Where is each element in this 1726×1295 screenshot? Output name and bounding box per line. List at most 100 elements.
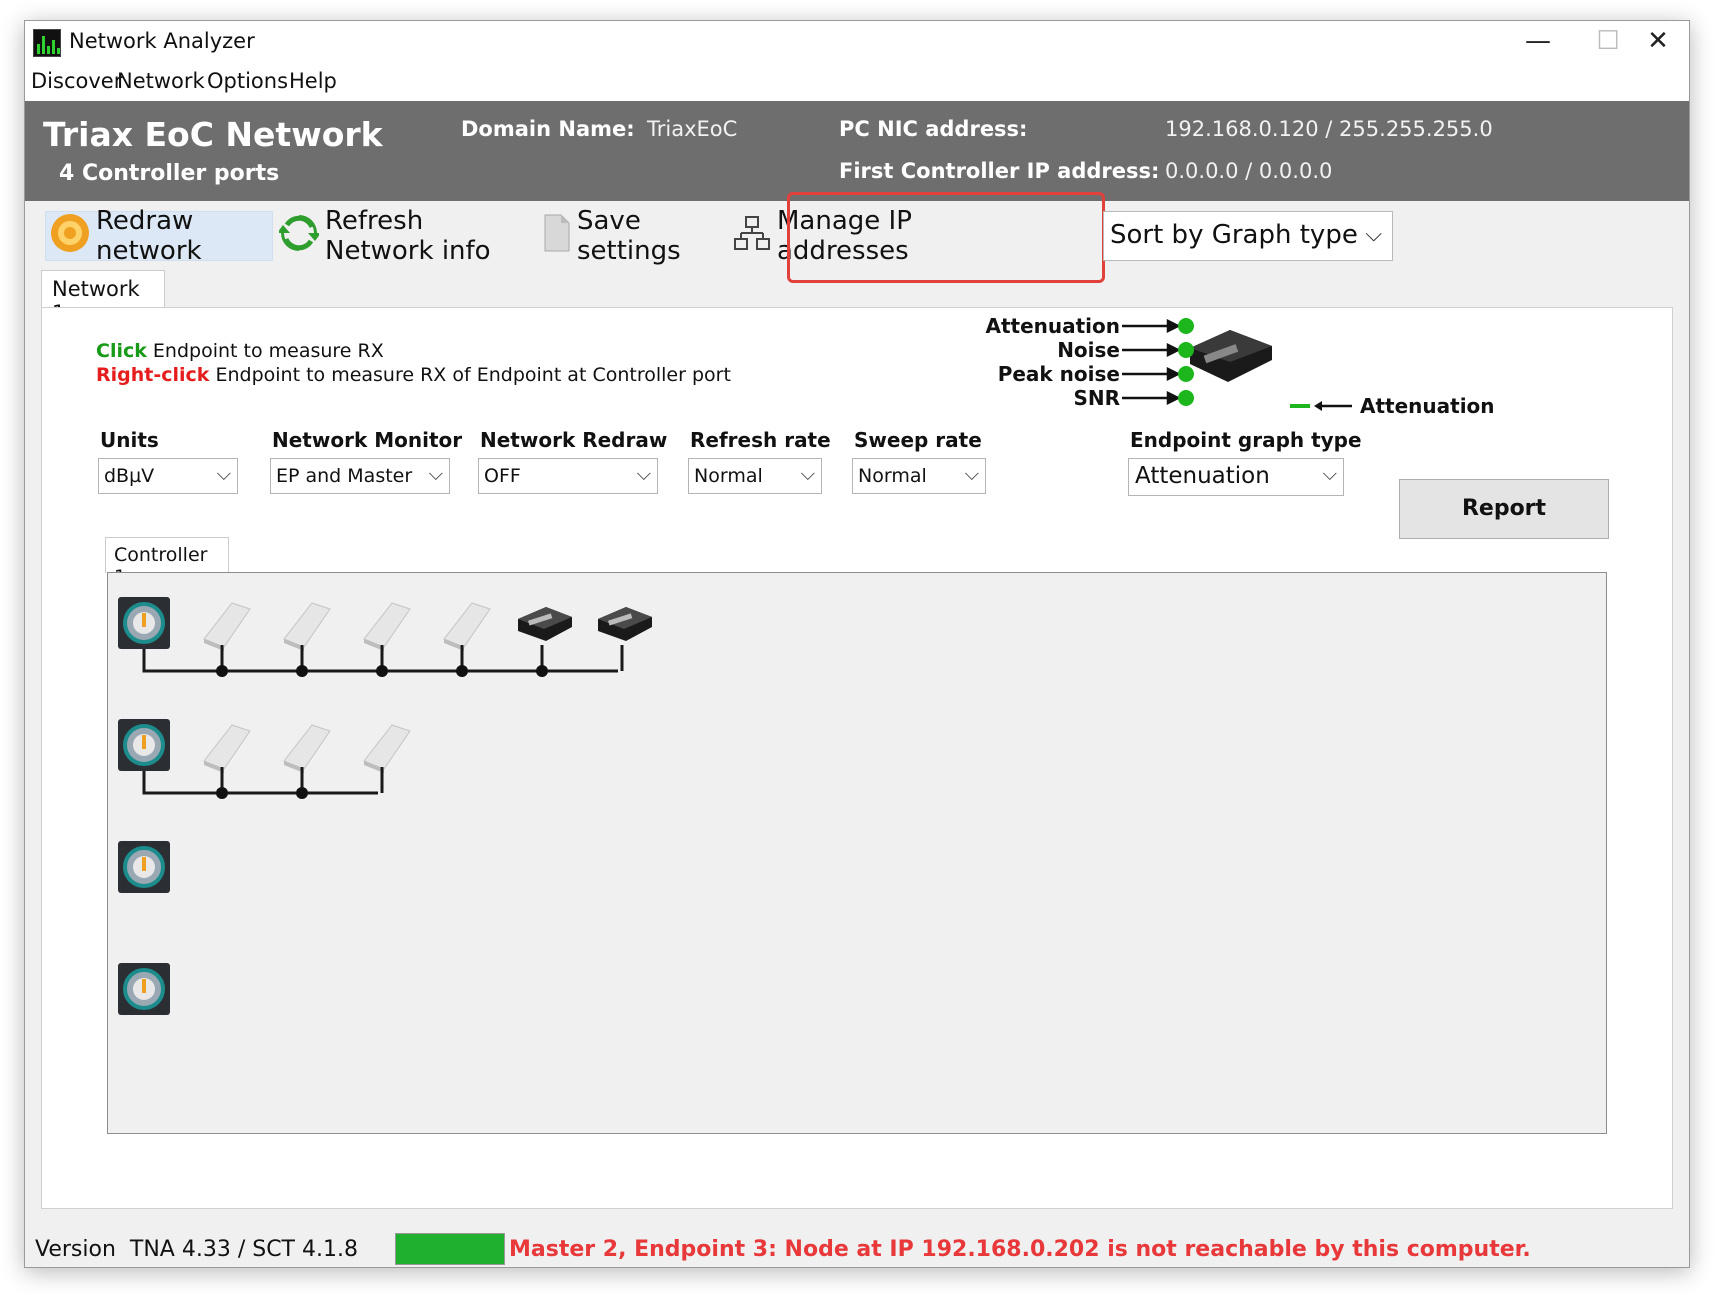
redraw-network-button[interactable]: Redraw network xyxy=(45,206,273,266)
junction-dot xyxy=(296,665,308,677)
junction-dot xyxy=(296,787,308,799)
redraw-network-label: Redraw network xyxy=(96,206,202,266)
controller-ports-count: 4 Controller ports xyxy=(59,161,280,186)
window-title: Network Analyzer xyxy=(69,29,255,53)
junction-dot xyxy=(536,665,548,677)
refresh-network-info-button[interactable]: Refresh Network info xyxy=(277,206,539,266)
status-bar: Version TNA 4.33 / SCT 4.1.8 Master 2, E… xyxy=(25,1231,1689,1269)
pc-nic-value: 192.168.0.120 / 255.255.255.0 xyxy=(1165,117,1493,141)
legend-line-label: Attenuation xyxy=(1360,394,1495,418)
menu-help[interactable]: Help xyxy=(289,69,337,93)
network-monitor-label: Network Monitor xyxy=(272,428,463,452)
manage-ip-highlight-box xyxy=(787,192,1105,283)
click-instruction: Click Endpoint to measure RX xyxy=(96,340,384,362)
network-monitor-value: EP and Master xyxy=(276,465,413,487)
sweep-rate-value: Normal xyxy=(858,465,927,487)
save-settings-button[interactable]: Save settings xyxy=(543,206,713,266)
endpoint-device[interactable] xyxy=(203,724,251,773)
version-label: Version xyxy=(35,1237,116,1262)
units-dropdown[interactable]: dBµV ⌵ xyxy=(98,458,238,494)
right-click-instruction-text: Endpoint to measure RX of Endpoint at Co… xyxy=(209,364,731,386)
endpoint-device-dark[interactable] xyxy=(598,607,652,641)
junction-dot xyxy=(376,665,388,677)
network-redraw-value: OFF xyxy=(484,465,521,487)
controller-port-row xyxy=(118,841,170,893)
endpoint-graph-type-value: Attenuation xyxy=(1135,463,1270,489)
refresh-icon xyxy=(277,213,321,260)
legend-snr-label: SNR xyxy=(1073,386,1120,410)
tab-network-1[interactable]: Network 1 xyxy=(41,270,165,325)
menu-bar: Discover Network Options Help xyxy=(25,63,1689,101)
chevron-down-icon: ⌵ xyxy=(636,463,651,485)
tab-controller-1[interactable]: Controller 1 xyxy=(105,537,229,588)
refresh-rate-value: Normal xyxy=(694,465,763,487)
endpoint-graph-type-dropdown[interactable]: Attenuation ⌵ xyxy=(1128,458,1344,496)
progress-bar xyxy=(395,1233,505,1265)
legend-line-arrow xyxy=(1290,401,1352,411)
endpoint-device[interactable] xyxy=(363,602,411,651)
chevron-down-icon: ⌵ xyxy=(964,463,979,485)
endpoint-legend-graphic xyxy=(1122,318,1272,406)
sort-by-value: Sort by Graph type xyxy=(1110,220,1358,250)
first-controller-ip-label: First Controller IP address: xyxy=(839,159,1160,183)
endpoint-device[interactable] xyxy=(363,724,411,773)
chevron-down-icon: ⌵ xyxy=(800,463,815,485)
right-click-word: Right-click xyxy=(96,364,210,386)
units-value: dBµV xyxy=(104,465,155,487)
chevron-down-icon: ⌵ xyxy=(428,463,443,485)
endpoint-graph-type-label: Endpoint graph type xyxy=(1130,428,1362,452)
report-button[interactable]: Report xyxy=(1399,479,1609,539)
chevron-down-icon: ⌵ xyxy=(1365,222,1382,247)
refresh-rate-label: Refresh rate xyxy=(690,428,831,452)
network-header: Triax EoC Network 4 Controller ports Dom… xyxy=(25,101,1689,201)
controller-port-icon[interactable] xyxy=(118,841,170,893)
legend-attenuation-label: Attenuation xyxy=(985,314,1120,338)
first-controller-ip-value: 0.0.0.0 / 0.0.0.0 xyxy=(1165,159,1333,183)
legend-peak-noise-label: Peak noise xyxy=(997,362,1120,386)
controller-port-row xyxy=(118,719,411,799)
click-word: Click xyxy=(96,340,147,362)
controller-port-icon[interactable] xyxy=(118,719,170,771)
sweep-rate-label: Sweep rate xyxy=(854,428,982,452)
click-instruction-text: Endpoint to measure RX xyxy=(146,340,384,362)
chevron-down-icon: ⌵ xyxy=(1322,463,1337,485)
junction-dot xyxy=(456,665,468,677)
network-analyzer-app-icon xyxy=(33,29,61,57)
gear-icon xyxy=(50,213,90,260)
progress-fill xyxy=(396,1234,504,1264)
units-label: Units xyxy=(100,428,159,452)
network-redraw-label: Network Redraw xyxy=(480,428,668,452)
junction-dot xyxy=(216,787,228,799)
legend-noise-label: Noise xyxy=(1057,338,1120,362)
topology-graphic xyxy=(118,597,652,1015)
status-message: Master 2, Endpoint 3: Node at IP 192.168… xyxy=(509,1237,1531,1262)
network-title: Triax EoC Network xyxy=(43,115,383,154)
endpoint-device[interactable] xyxy=(283,724,331,773)
endpoint-device-dark[interactable] xyxy=(518,607,572,641)
save-settings-label: Save settings xyxy=(577,206,681,266)
menu-options[interactable]: Options xyxy=(207,69,288,93)
refresh-rate-dropdown[interactable]: Normal ⌵ xyxy=(688,458,822,494)
controller-topology-area xyxy=(107,572,1607,1134)
endpoint-device[interactable] xyxy=(283,602,331,651)
controller-port-row xyxy=(118,963,170,1015)
bus-line xyxy=(142,771,378,795)
endpoint-device[interactable] xyxy=(443,602,491,651)
app-window: Network Analyzer — ☐ ✕ Discover Network … xyxy=(24,20,1690,1268)
sort-by-dropdown[interactable]: Sort by Graph type ⌵ xyxy=(1103,211,1393,261)
menu-discover[interactable]: Discover xyxy=(31,69,122,93)
controller-port-icon[interactable] xyxy=(118,597,170,649)
menu-network[interactable]: Network xyxy=(117,69,205,93)
network-monitor-dropdown[interactable]: EP and Master ⌵ xyxy=(270,458,450,494)
endpoint-device[interactable] xyxy=(203,602,251,651)
refresh-network-info-label: Refresh Network info xyxy=(325,206,491,266)
close-button[interactable]: ✕ xyxy=(1623,21,1693,63)
pc-nic-label: PC NIC address: xyxy=(839,117,1028,141)
domain-name-label: Domain Name: xyxy=(461,117,635,141)
controller-port-icon[interactable] xyxy=(118,963,170,1015)
right-click-instruction: Right-click Endpoint to measure RX of En… xyxy=(96,364,731,386)
sweep-rate-dropdown[interactable]: Normal ⌵ xyxy=(852,458,986,494)
network-redraw-dropdown[interactable]: OFF ⌵ xyxy=(478,458,658,494)
version-value: TNA 4.33 / SCT 4.1.8 xyxy=(129,1237,358,1262)
minimize-button[interactable]: — xyxy=(1503,21,1573,63)
